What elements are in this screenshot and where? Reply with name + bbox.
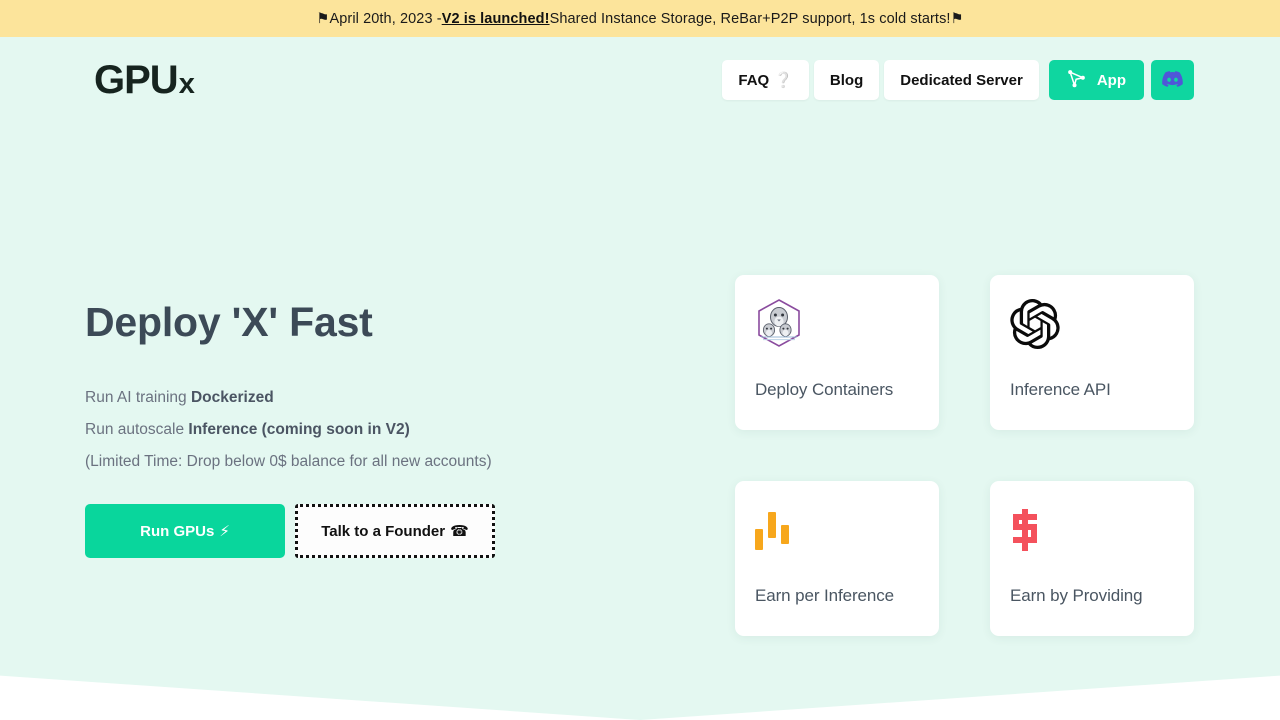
- banner-date: April 20th, 2023 -: [329, 10, 442, 27]
- banner-trail-icon: ⚑: [950, 10, 964, 27]
- feature-card-grid: Deploy Containers Inference API Earn per…: [735, 275, 1194, 636]
- nav-button-dedicated-server[interactable]: Dedicated Server: [884, 60, 1039, 100]
- card-deploy-containers[interactable]: Deploy Containers: [735, 275, 939, 430]
- banner-link[interactable]: V2 is launched!: [442, 11, 550, 27]
- phone-icon: ☎: [450, 522, 469, 541]
- top-navigation: GPU x FAQ ❔ Blog Dedicated Server App: [0, 50, 1280, 110]
- page-title: Deploy 'X' Fast: [85, 299, 373, 345]
- hero-subtext: Run AI training Dockerized Run autoscale…: [85, 382, 645, 478]
- hero-content: Deploy 'X' Fast Run AI training Dockeriz…: [85, 299, 645, 559]
- discord-icon: [1162, 70, 1183, 90]
- logo[interactable]: GPU x: [94, 58, 195, 102]
- question-mark-icon: ❔: [774, 71, 793, 89]
- app-button[interactable]: App: [1048, 60, 1144, 100]
- nav-actions: FAQ ❔ Blog Dedicated Server App: [722, 60, 1194, 100]
- hero-subtext-line-2: Run autoscale Inference (coming soon in …: [85, 414, 645, 446]
- banner-lead-icon: ⚑: [316, 10, 330, 27]
- hero-line2-pre: Run autoscale: [85, 421, 189, 439]
- bar-2: [768, 512, 776, 538]
- hero-subtext-line-3: (Limited Time: Drop below 0$ balance for…: [85, 453, 492, 471]
- card-earn-by-providing[interactable]: Earn by Providing: [990, 481, 1194, 636]
- lightning-icon: ⚡: [219, 522, 230, 541]
- card-title: Earn per Inference: [755, 586, 895, 605]
- nav-button-faq-label: FAQ: [738, 71, 770, 89]
- candlestick-bars-icon: [755, 502, 939, 558]
- run-gpus-label: Run GPUs: [140, 522, 215, 540]
- announcement-banner: ⚑ April 20th, 2023 - V2 is launched! Sha…: [0, 0, 1280, 37]
- hero-section: GPU x FAQ ❔ Blog Dedicated Server App De…: [0, 37, 1280, 720]
- logo-sub: x: [178, 68, 195, 100]
- bar-3: [781, 525, 789, 544]
- cta-row: Run GPUs ⚡ Talk to a Founder ☎: [85, 504, 645, 559]
- discord-button[interactable]: [1151, 60, 1194, 100]
- banner-message: Shared Instance Storage, ReBar+P2P suppo…: [549, 10, 951, 27]
- card-title: Deploy Containers: [755, 380, 894, 399]
- share-nodes-icon: [1067, 69, 1086, 91]
- bar-1: [755, 529, 763, 550]
- card-inference-api[interactable]: Inference API: [990, 275, 1194, 430]
- talk-to-founder-label: Talk to a Founder: [321, 522, 446, 540]
- app-button-label: App: [1096, 71, 1126, 89]
- logo-main: GPU: [94, 58, 179, 102]
- nav-button-faq[interactable]: FAQ ❔: [722, 60, 809, 100]
- openai-logo-icon: [1010, 296, 1194, 352]
- nav-button-blog-label: Blog: [829, 71, 864, 89]
- card-title: Earn by Providing: [1010, 586, 1143, 605]
- card-title: Inference API: [1010, 380, 1111, 399]
- hero-subtext-line-1: Run AI training Dockerized: [85, 382, 645, 414]
- dollar-sign-icon: [1010, 502, 1194, 558]
- run-gpus-button[interactable]: Run GPUs ⚡: [85, 504, 285, 559]
- hero-line1-bold: Dockerized: [190, 389, 274, 407]
- nav-button-blog[interactable]: Blog: [813, 60, 880, 100]
- talk-to-founder-button[interactable]: Talk to a Founder ☎: [295, 504, 495, 559]
- podman-seal-icon: [755, 296, 939, 352]
- hero-line2-bold: Inference (coming soon in V2): [188, 421, 410, 439]
- card-earn-per-inference[interactable]: Earn per Inference: [735, 481, 939, 636]
- nav-button-dedicated-server-label: Dedicated Server: [900, 71, 1023, 89]
- hero-line1-pre: Run AI training: [85, 389, 191, 407]
